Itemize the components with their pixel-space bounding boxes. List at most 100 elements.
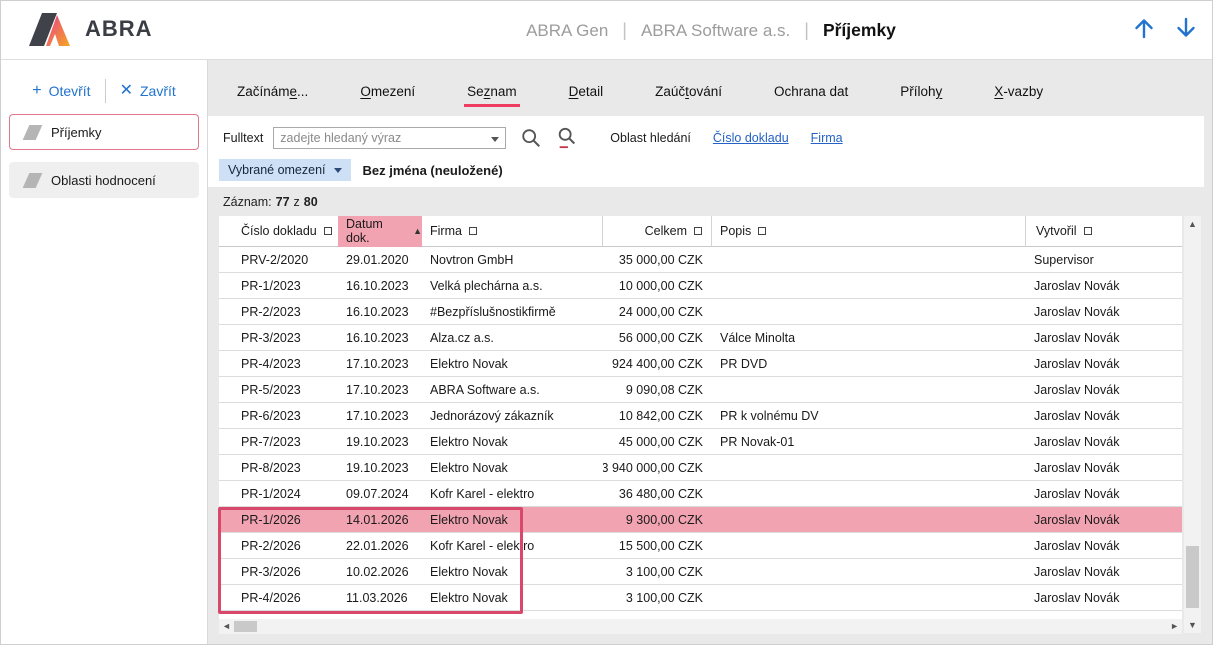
tab-zaciname[interactable]: Začínáme...: [234, 84, 311, 107]
arrow-down-icon[interactable]: [1174, 15, 1198, 41]
cell-cislo-dokladu: PR-4/2023: [233, 351, 338, 377]
horizontal-scrollbar[interactable]: ◄ ►: [219, 619, 1182, 634]
cell-datum-dok: 09.07.2024: [338, 481, 422, 507]
table-row[interactable]: PR-5/202317.10.2023ABRA Software a.s.9 0…: [219, 377, 1182, 403]
tab-seznam[interactable]: Seznam: [464, 84, 520, 107]
open-button[interactable]: + Otevřít: [32, 83, 90, 99]
tab-prilohy[interactable]: Přílohy: [897, 84, 945, 107]
chevron-down-icon: [334, 168, 342, 173]
selected-restriction-label: Vybrané omezení: [228, 163, 326, 177]
row-marker: [219, 403, 233, 429]
record-counter-total: 80: [304, 195, 318, 209]
cell-popis: PR Novak-01: [712, 429, 1026, 455]
table-row[interactable]: PR-4/202611.03.2026Elektro Novak3 100,00…: [219, 585, 1182, 611]
column-header-label: Datum dok.: [346, 217, 406, 245]
cell-celkem: 9 300,00 CZK: [603, 507, 712, 533]
cell-vytvoril: Jaroslav Novák: [1026, 403, 1182, 429]
column-header-datum-dok[interactable]: Datum dok.▲: [338, 216, 422, 247]
column-checkbox-icon[interactable]: [1084, 227, 1092, 235]
cell-celkem: 3 100,00 CZK: [603, 559, 712, 585]
cell-vytvoril: Supervisor: [1026, 247, 1182, 273]
tab-omezeni[interactable]: Omezení: [357, 84, 418, 107]
sidebar-item-prijemky[interactable]: Příjemky: [9, 114, 199, 150]
table-row[interactable]: PR-6/202317.10.2023Jednorázový zákazník1…: [219, 403, 1182, 429]
selected-restriction-button[interactable]: Vybrané omezení: [219, 159, 351, 181]
cell-firma: Kofr Karel - elektro: [422, 481, 603, 507]
row-marker: [219, 533, 233, 559]
scope-link-cislo-dokladu[interactable]: Číslo dokladu: [713, 131, 789, 145]
table-row[interactable]: PR-8/202319.10.2023Elektro Novak23 940 0…: [219, 455, 1182, 481]
tab-zauctovani[interactable]: Zaúčtování: [652, 84, 725, 107]
sidebar-item-oblasti-hodnoceni[interactable]: Oblasti hodnocení: [9, 162, 199, 198]
column-checkbox-icon[interactable]: [469, 227, 477, 235]
table-row[interactable]: PR-2/202316.10.2023#Bezpříslušnostikfirm…: [219, 299, 1182, 325]
column-checkbox-icon[interactable]: [758, 227, 766, 235]
search-icon[interactable]: [520, 127, 542, 149]
cell-vytvoril: Jaroslav Novák: [1026, 429, 1182, 455]
column-header-vytvoril[interactable]: Vytvořil: [1026, 216, 1182, 247]
table-row[interactable]: PR-2/202622.01.2026Kofr Karel - elektro1…: [219, 533, 1182, 559]
sidebar: + Otevřít ✕ Zavřít Příjemky Oblasti hodno…: [1, 60, 208, 645]
table-row[interactable]: PR-3/202610.02.2026Elektro Novak3 100,00…: [219, 559, 1182, 585]
tab-detail[interactable]: Detail: [566, 84, 607, 107]
table-row[interactable]: PR-4/202317.10.2023Elektro Novak924 400,…: [219, 351, 1182, 377]
table-row[interactable]: PRV-2/202029.01.2020Novtron GmbH35 000,0…: [219, 247, 1182, 273]
cell-cislo-dokladu: PR-3/2026: [233, 559, 338, 585]
column-header-label: Popis: [720, 224, 751, 238]
cell-celkem: 9 090,08 CZK: [603, 377, 712, 403]
row-marker: [219, 455, 233, 481]
fulltext-combobox[interactable]: zadejte hledaný výraz: [273, 127, 506, 149]
cell-firma: Kofr Karel - elektro: [422, 533, 603, 559]
tab-x-vazby[interactable]: X-vazby: [991, 84, 1046, 107]
row-marker: [219, 429, 233, 455]
horizontal-scrollbar-thumb[interactable]: [234, 621, 257, 632]
column-header-celkem[interactable]: Celkem: [603, 216, 712, 247]
cell-cislo-dokladu: PRV-2/2020: [233, 247, 338, 273]
close-button[interactable]: ✕ Zavřít: [120, 83, 176, 99]
cell-cislo-dokladu: PR-2/2023: [233, 299, 338, 325]
search-scope-label: Oblast hledání: [610, 131, 691, 145]
table-row[interactable]: PR-1/202316.10.2023Velká plechárna a.s.1…: [219, 273, 1182, 299]
chevron-down-icon[interactable]: [491, 137, 499, 142]
column-checkbox-icon[interactable]: [324, 227, 332, 235]
column-checkbox-icon[interactable]: [694, 227, 702, 235]
vertical-scrollbar-thumb[interactable]: [1186, 546, 1199, 608]
folder-slant-icon: [23, 125, 43, 140]
record-counter-label: Záznam:: [223, 195, 272, 209]
vertical-scrollbar[interactable]: ▲ ▼: [1184, 216, 1201, 633]
scroll-down-icon[interactable]: ▼: [1184, 620, 1201, 630]
cell-firma: Elektro Novak: [422, 455, 603, 481]
column-header-popis[interactable]: Popis: [712, 216, 1026, 247]
row-marker: [219, 377, 233, 403]
table-row[interactable]: PR-3/202316.10.2023Alza.cz a.s.56 000,00…: [219, 325, 1182, 351]
cell-datum-dok: 17.10.2023: [338, 403, 422, 429]
table-row[interactable]: PR-1/202409.07.2024Kofr Karel - elektro3…: [219, 481, 1182, 507]
column-header-firma[interactable]: Firma: [422, 216, 603, 247]
table-row[interactable]: PR-7/202319.10.2023Elektro Novak45 000,0…: [219, 429, 1182, 455]
cell-celkem: 10 842,00 CZK: [603, 403, 712, 429]
cell-celkem: 24 000,00 CZK: [603, 299, 712, 325]
cell-datum-dok: 11.03.2026: [338, 585, 422, 611]
search-in-results-icon[interactable]: [556, 126, 578, 150]
cell-firma: Elektro Novak: [422, 559, 603, 585]
open-button-label: Otevřít: [49, 83, 91, 99]
main-area: Začínáme... Omezení Seznam Detail Zaúčtování…: [208, 60, 1213, 645]
cell-vytvoril: Jaroslav Novák: [1026, 299, 1182, 325]
scroll-up-icon[interactable]: ▲: [1184, 219, 1201, 229]
scroll-right-icon[interactable]: ►: [1170, 621, 1179, 631]
scroll-left-icon[interactable]: ◄: [222, 621, 231, 631]
cell-celkem: 45 000,00 CZK: [603, 429, 712, 455]
cell-datum-dok: 19.10.2023: [338, 429, 422, 455]
tab-ochrana-dat[interactable]: Ochrana dat: [771, 84, 851, 107]
search-panel: Fulltext zadejte hledaný výraz Oblast hl…: [208, 116, 1204, 187]
cell-vytvoril: Jaroslav Novák: [1026, 533, 1182, 559]
column-header-cislo-dokladu[interactable]: Číslo dokladu: [233, 216, 338, 247]
row-marker: [219, 585, 233, 611]
cell-datum-dok: 19.10.2023: [338, 455, 422, 481]
arrow-up-icon[interactable]: [1132, 15, 1156, 41]
cell-celkem: 23 940 000,00 CZK: [603, 455, 712, 481]
cell-firma: Novtron GmbH: [422, 247, 603, 273]
scope-link-firma[interactable]: Firma: [811, 131, 843, 145]
table-row[interactable]: PR-1/202614.01.2026Elektro Novak9 300,00…: [219, 507, 1182, 533]
cell-datum-dok: 10.02.2026: [338, 559, 422, 585]
